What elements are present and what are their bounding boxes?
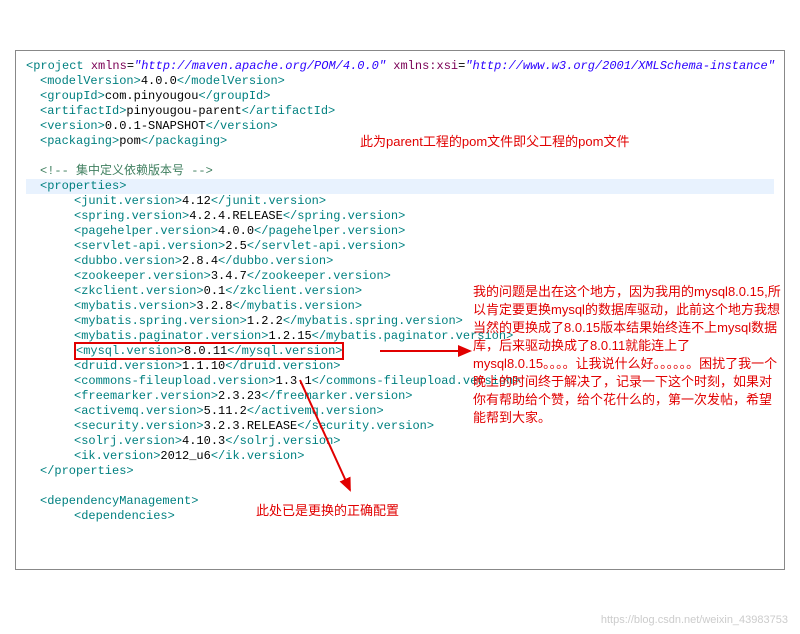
code-line: <artifactId>pinyougou-parent</artifactId… [26,104,774,119]
xsi-value: "http://www.w3.org/2001/XMLSchema-instan… [465,59,775,73]
property-line: <spring.version>4.2.4.RELEASE</spring.ve… [26,209,774,224]
code-line: <dependencyManagement> [26,494,774,509]
annotation-bottom: 此处已是更换的正确配置 [256,502,399,520]
property-line: <servlet-api.version>2.5</servlet-api.ve… [26,239,774,254]
code-line: <dependencies> [26,509,774,524]
property-line: <junit.version>4.12</junit.version> [26,194,774,209]
annotation-top: 此为parent工程的pom文件即父工程的pom文件 [360,133,700,151]
watermark: https://blog.csdn.net/weixin_43983753 [601,614,788,626]
property-line: <solrj.version>4.10.3</solrj.version> [26,434,774,449]
code-line-cursor[interactable]: <properties> [26,179,774,194]
blank-line [26,479,774,494]
code-line: <!-- 集中定义依赖版本号 --> [26,164,774,179]
property-line: <zookeeper.version>3.4.7</zookeeper.vers… [26,269,774,284]
property-line: <pagehelper.version>4.0.0</pagehelper.ve… [26,224,774,239]
blank-line [26,149,774,164]
code-line: <modelVersion>4.0.0</modelVersion> [26,74,774,89]
code-line: <version>0.0.1-SNAPSHOT</version> [26,119,774,134]
mysql-version-highlight: <mysql.version>8.0.11</mysql.version> [74,342,344,360]
annotation-right: 我的问题是出在这个地方，因为我用的mysql8.0.15,所以肯定要更换mysq… [473,283,783,427]
property-line: <ik.version>2012_u6</ik.version> [26,449,774,464]
property-line: <dubbo.version>2.8.4</dubbo.version> [26,254,774,269]
code-line: <project xmlns="http://maven.apache.org/… [26,59,774,74]
code-line: <groupId>com.pinyougou</groupId> [26,89,774,104]
code-line: </properties> [26,464,774,479]
xmlns-value: "http://maven.apache.org/POM/4.0.0" [134,59,386,73]
